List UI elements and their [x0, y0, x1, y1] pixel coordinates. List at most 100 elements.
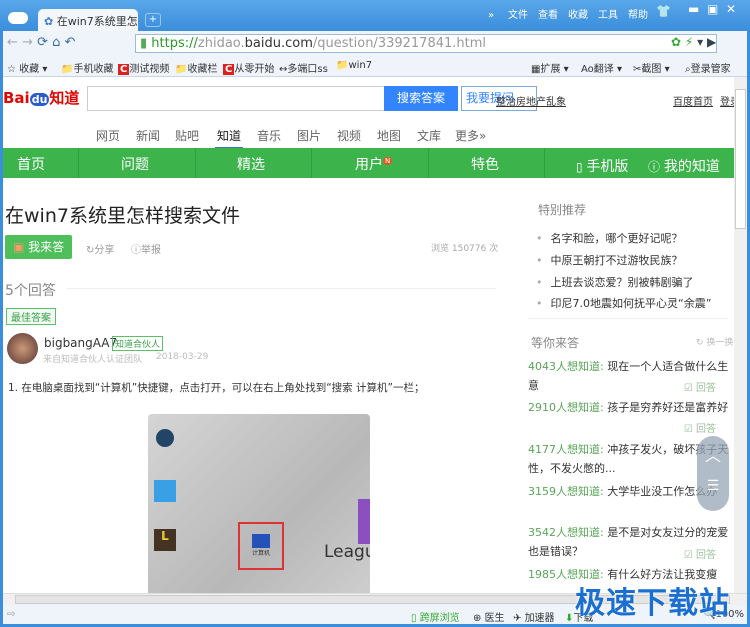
- watermark: 极速下载站: [575, 586, 730, 621]
- logo-fragment: [358, 499, 370, 544]
- go-icon[interactable]: ▶: [707, 35, 716, 49]
- answer-link-label: 回答: [696, 383, 716, 394]
- recommend-item[interactable]: 印尼7.0地震如何抚平心灵“余震”: [536, 295, 712, 311]
- vertical-scrollbar[interactable]: [734, 77, 747, 593]
- greenbar-special[interactable]: 特色: [471, 154, 499, 174]
- nav-video[interactable]: 视频: [337, 127, 361, 144]
- baidu-zhidao-logo[interactable]: Bai du 知道: [3, 87, 79, 108]
- avatar[interactable]: [7, 333, 38, 364]
- url-sub: zhidao.: [197, 36, 245, 51]
- bookmark-label: 收藏栏: [187, 64, 218, 75]
- nav-wenku[interactable]: 文库: [417, 127, 441, 144]
- greenbar-home[interactable]: 首页: [17, 154, 45, 174]
- login-link[interactable]: 登录: [720, 93, 734, 108]
- answer-screenshot-image[interactable]: L 计算机 Leagu: [148, 414, 370, 593]
- cross-screen-button[interactable]: ▯ 跨屏浏览: [411, 609, 460, 624]
- more-icon[interactable]: »: [488, 10, 494, 21]
- baidu-home-link[interactable]: 百度首页: [673, 93, 713, 108]
- search-answer-button[interactable]: 搜索答案: [384, 86, 458, 111]
- login-manager-button[interactable]: ⌕登录管家: [685, 60, 731, 75]
- bookmark-item[interactable]: C 从零开始: [223, 60, 274, 75]
- refresh-icon[interactable]: ⟳: [37, 35, 48, 50]
- my-zhidao-label: 我的知道: [663, 159, 720, 175]
- share-label: 分享: [94, 245, 115, 256]
- browser-tab[interactable]: ✿ 在win7系统里怎样搜索文件: [38, 9, 138, 31]
- sidebar-toggle-icon[interactable]: ⇨: [7, 609, 15, 620]
- floating-tools: ︿ ☰: [697, 436, 729, 511]
- bookmark-item[interactable]: ↔多端口ss: [279, 60, 328, 75]
- answer-link-label: 回答: [696, 550, 716, 561]
- bookmark-item[interactable]: 📁收藏栏: [175, 60, 217, 75]
- menu-tools[interactable]: 工具: [598, 10, 618, 21]
- scroll-thumb[interactable]: [735, 89, 746, 229]
- divider: [67, 288, 496, 289]
- recommend-item[interactable]: 中原王朝打不过游牧民族？: [536, 252, 683, 268]
- refresh-button[interactable]: ↻ 换一换: [696, 335, 733, 348]
- bookmarks-bar: ☆ 收藏 ▾ 📁手机收藏 C 测试视频 📁收藏栏 C 从零开始 ↔多端口ss 📁wi…: [3, 56, 747, 77]
- nav-music[interactable]: 音乐: [257, 127, 281, 144]
- report-button[interactable]: ⓘ举报: [131, 241, 161, 256]
- answer-link[interactable]: ☑ 回答: [684, 379, 716, 394]
- gear-icon[interactable]: ✿: [671, 35, 681, 49]
- greenbar-questions[interactable]: 问题: [121, 154, 149, 174]
- home-icon[interactable]: ⌂: [52, 35, 60, 50]
- url-input[interactable]: ▮ https://zhidao.baidu.com/question/3392…: [135, 34, 717, 53]
- window-controls: ▬ ▣ ✕: [688, 2, 748, 16]
- maximize-button[interactable]: ▣: [707, 2, 718, 16]
- nav-tieba[interactable]: 贴吧: [175, 127, 199, 144]
- search-input[interactable]: [87, 86, 385, 111]
- tool-label: 截图: [641, 64, 662, 75]
- answer-date: 2018-03-29: [156, 352, 209, 362]
- menu-help[interactable]: 帮助: [628, 10, 648, 21]
- report-label: 举报: [141, 245, 161, 256]
- greenbar-users[interactable]: 用户 N: [355, 154, 393, 174]
- nav-more[interactable]: 更多»: [455, 127, 486, 144]
- menu-file[interactable]: 文件: [508, 10, 528, 21]
- back-to-top-button[interactable]: ︿: [697, 442, 729, 466]
- bookmark-favorites[interactable]: ☆ 收藏 ▾: [7, 60, 47, 75]
- nav-web[interactable]: 网页: [96, 127, 120, 144]
- answer-button[interactable]: ▣ 我来答: [5, 235, 72, 259]
- back-icon[interactable]: ←: [7, 35, 18, 50]
- bookmark-label: win7: [348, 60, 373, 71]
- answer-link[interactable]: ☑ 回答: [684, 546, 716, 561]
- bookmark-item[interactable]: 📁手机收藏: [61, 60, 113, 75]
- nav-zhidao[interactable]: 知道: [215, 127, 244, 149]
- accelerator-button[interactable]: ✈ 加速器: [513, 609, 555, 624]
- url-tools: ✿ ⚡ ▾ ▶: [671, 35, 716, 49]
- translate-button[interactable]: Ao翻译 ▾: [581, 60, 622, 75]
- minimize-button[interactable]: ▬: [688, 2, 699, 16]
- list-icon[interactable]: ☰: [697, 478, 729, 494]
- answer-link[interactable]: ☑ 回答: [684, 420, 716, 435]
- nav-images[interactable]: 图片: [297, 127, 321, 144]
- lock-icon: ▮: [140, 36, 148, 51]
- shirt-icon[interactable]: 👕: [656, 4, 671, 18]
- hot-topic-link[interactable]: 整治房地产乱象: [496, 93, 566, 108]
- bookmark-item[interactable]: 📁win7: [336, 60, 372, 71]
- dropdown-icon[interactable]: ▾: [697, 35, 703, 49]
- username[interactable]: bigbangAA7: [44, 336, 117, 350]
- close-button[interactable]: ✕: [726, 2, 736, 16]
- greenbar-mobile[interactable]: ▯ 手机版: [576, 156, 628, 176]
- nav-news[interactable]: 新闻: [136, 127, 160, 144]
- game-icon: L: [154, 529, 176, 551]
- extensions-button[interactable]: ▦扩展 ▾: [531, 60, 569, 75]
- waiting-question[interactable]: 2910人想知道: 孩子是穷养好还是富养好: [528, 398, 733, 417]
- recommend-item[interactable]: 名字和脸，哪个更好记呢？: [536, 230, 683, 246]
- url-domain: baidu.com: [244, 36, 313, 51]
- tool-label: 扩展: [540, 64, 561, 75]
- recommend-item[interactable]: 上班去谈恋爱？别被韩剧骗了: [536, 274, 694, 290]
- menu-favorites[interactable]: 收藏: [568, 10, 588, 21]
- new-tab-button[interactable]: +: [145, 13, 161, 27]
- bolt-icon[interactable]: ⚡: [685, 35, 693, 49]
- bookmark-item[interactable]: C 测试视频: [118, 60, 169, 75]
- screenshot-button[interactable]: ✂截图 ▾: [633, 60, 670, 75]
- share-button[interactable]: ↻分享: [86, 241, 114, 256]
- doctor-button[interactable]: ⊕ 医生: [473, 609, 505, 624]
- undo-icon[interactable]: ↶: [65, 35, 76, 50]
- greenbar-my-zhidao[interactable]: ⓘ 我的知道: [648, 156, 720, 176]
- menu-view[interactable]: 查看: [538, 10, 558, 21]
- greenbar-featured[interactable]: 精选: [237, 154, 265, 174]
- forward-icon[interactable]: →: [22, 35, 33, 50]
- nav-map[interactable]: 地图: [377, 127, 401, 144]
